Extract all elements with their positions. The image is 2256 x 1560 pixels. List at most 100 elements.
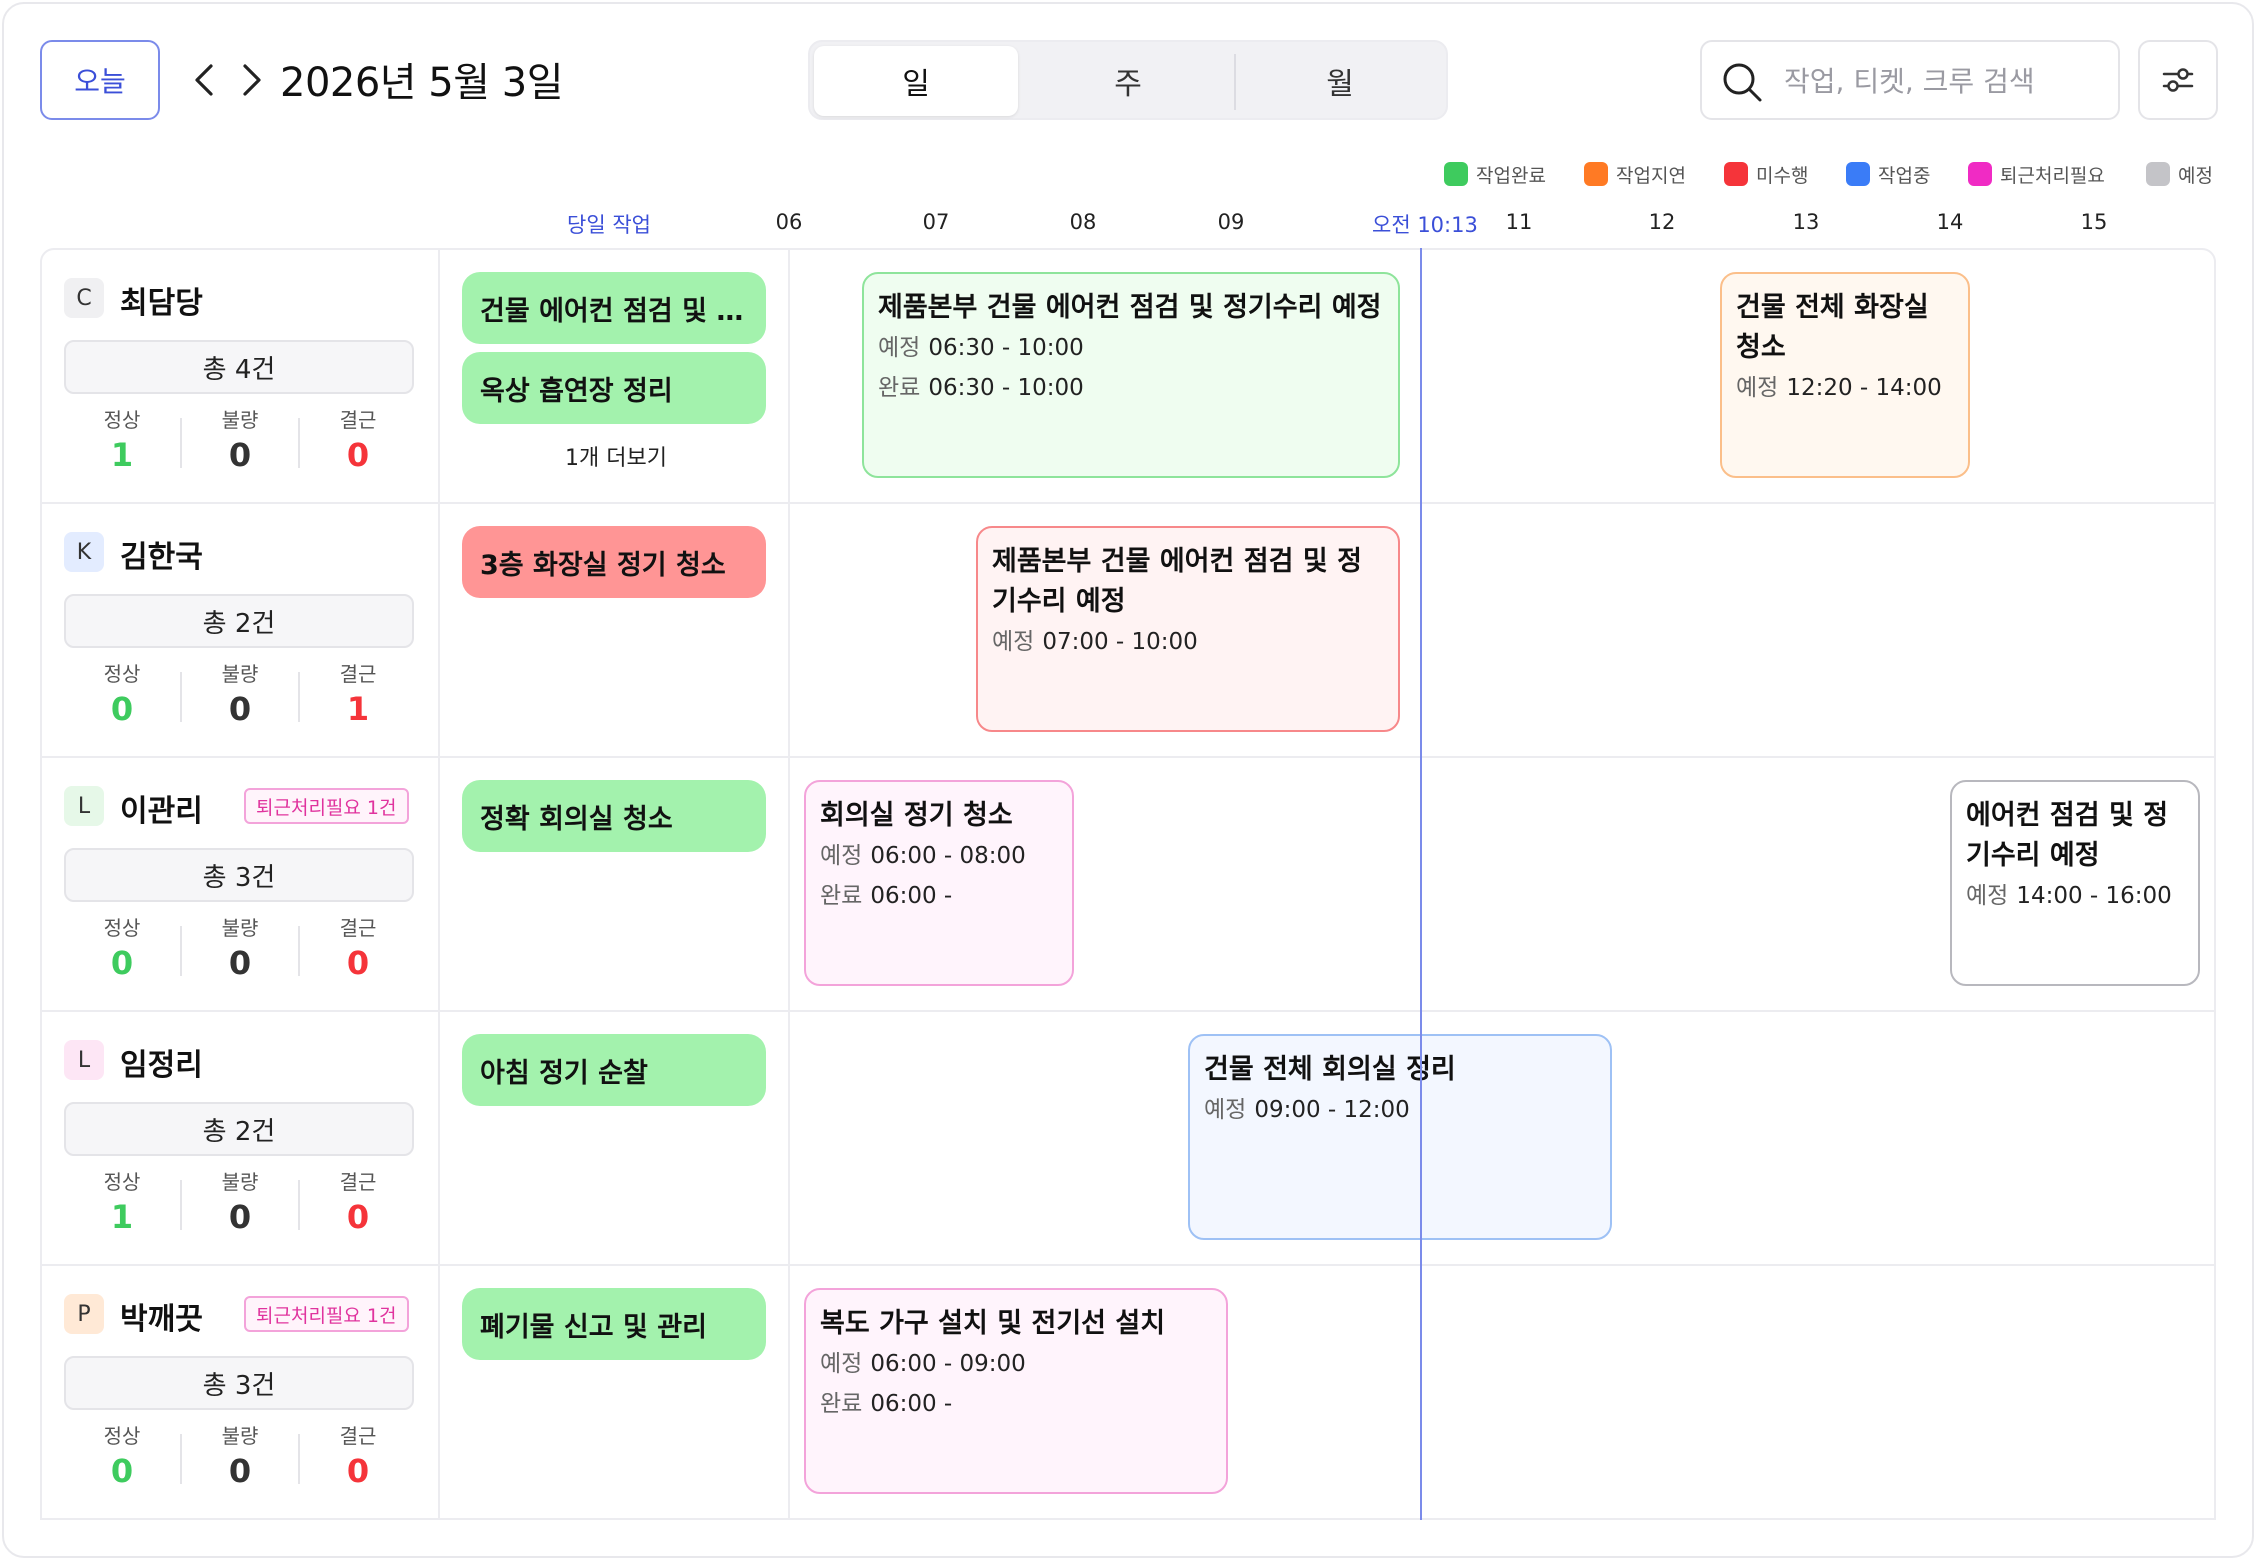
crew-name[interactable]: 김한국 — [120, 532, 203, 576]
crew-name[interactable]: 최담당 — [120, 278, 203, 322]
task-card-row: 완료 06:00 - — [820, 1391, 953, 1417]
task-card-row: 예정 12:20 - 14:00 — [1736, 375, 1942, 401]
row-divider — [42, 1010, 2216, 1012]
task-card-title: 건물 전체 화장실 청소 — [1736, 292, 1929, 363]
stat-label-defect: 불량 — [221, 408, 259, 432]
stat-divider — [298, 1434, 300, 1484]
stat-label-defect: 불량 — [221, 916, 259, 940]
avatar: P — [64, 1294, 104, 1334]
task-card-row: 예정 07:00 - 10:00 — [992, 629, 1198, 655]
current-time-label: 오전 10:13 — [1372, 213, 1478, 237]
prev-day-button[interactable] — [180, 52, 228, 108]
stat-label-defect: 불량 — [221, 1170, 259, 1194]
legend-swatch — [2146, 162, 2170, 186]
legend-item-checkout-required: 퇴근처리필요 — [1968, 160, 2105, 188]
tab-month[interactable]: 월 — [1238, 46, 1442, 116]
more-tasks-link[interactable]: 1개 더보기 — [565, 440, 667, 472]
legend-item-done: 작업완료 — [1444, 160, 1546, 188]
stat-label-normal: 정상 — [103, 1170, 141, 1194]
tab-week[interactable]: 주 — [1026, 46, 1230, 116]
crew-name[interactable]: 이관리 — [120, 786, 203, 830]
daily-task-pill[interactable]: 3층 화장실 정기 청소 — [462, 526, 766, 598]
stat-value-normal: 0 — [110, 690, 134, 728]
task-card[interactable]: 건물 전체 회의실 정리 예정 09:00 - 12:00 — [1188, 1034, 1612, 1240]
legend-item-scheduled: 예정 — [2146, 160, 2213, 188]
legend-item-not-performed: 미수행 — [1724, 160, 1808, 188]
stat-value-defect: 0 — [228, 690, 252, 728]
total-count: 총 4건 — [64, 340, 414, 394]
total-count: 총 2건 — [64, 1102, 414, 1156]
stat-label-absent: 결근 — [339, 408, 377, 432]
column-divider — [438, 248, 440, 1520]
stat-divider — [180, 1180, 182, 1230]
stat-label-absent: 결근 — [339, 1170, 377, 1194]
stat-divider — [180, 672, 182, 722]
task-card[interactable]: 제품본부 건물 에어컨 점검 및 정기수리 예정 예정 06:30 - 10:00… — [862, 272, 1400, 478]
stat-value-defect: 0 — [228, 1198, 252, 1236]
task-card-title: 제품본부 건물 에어컨 점검 및 정기수리 예정 — [992, 546, 1362, 617]
total-count: 총 2건 — [64, 594, 414, 648]
stat-divider — [298, 1180, 300, 1230]
task-card-row: 예정 14:00 - 16:00 — [1966, 883, 2172, 909]
task-card-row: 완료 06:30 - 10:00 — [878, 375, 1084, 401]
task-card-title: 회의실 정기 청소 — [820, 800, 1013, 831]
stat-divider — [298, 418, 300, 468]
today-button[interactable]: 오늘 — [40, 40, 160, 120]
hour-label: 14 — [1936, 210, 1964, 234]
crew-name[interactable]: 임정리 — [120, 1040, 203, 1084]
stat-label-absent: 결근 — [339, 662, 377, 686]
stat-label-absent: 결근 — [339, 1424, 377, 1448]
task-card[interactable]: 회의실 정기 청소 예정 06:00 - 08:00 완료 06:00 - — [804, 780, 1074, 986]
sliders-icon — [2162, 68, 2194, 92]
task-card-row: 완료 06:00 - — [820, 883, 953, 909]
stat-label-absent: 결근 — [339, 916, 377, 940]
row-divider — [42, 1264, 2216, 1266]
hour-label: 07 — [922, 210, 950, 234]
task-card-row: 예정 06:30 - 10:00 — [878, 335, 1084, 361]
daily-task-pill[interactable]: 건물 에어컨 점검 및 정... — [462, 272, 766, 344]
avatar: L — [64, 786, 104, 826]
row-divider — [42, 502, 2216, 504]
stat-value-normal: 0 — [110, 1452, 134, 1490]
crew-name[interactable]: 박깨끗 — [120, 1294, 203, 1338]
daily-task-pill[interactable]: 옥상 흡연장 정리 — [462, 352, 766, 424]
task-card-title: 건물 전체 회의실 정리 — [1204, 1054, 1456, 1085]
checkout-required-badge[interactable]: 퇴근처리필요 1건 — [244, 788, 409, 824]
task-card[interactable]: 제품본부 건물 에어컨 점검 및 정기수리 예정 예정 07:00 - 10:00 — [976, 526, 1400, 732]
stat-value-normal: 1 — [110, 436, 134, 474]
filter-button[interactable] — [2138, 40, 2218, 120]
segment-divider — [1234, 54, 1236, 110]
search-input[interactable] — [1784, 58, 2104, 104]
next-day-button[interactable] — [228, 52, 276, 108]
stat-value-normal: 1 — [110, 1198, 134, 1236]
stat-value-absent: 0 — [346, 1198, 370, 1236]
daily-task-pill[interactable]: 폐기물 신고 및 관리 — [462, 1288, 766, 1360]
task-card[interactable]: 복도 가구 설치 및 전기선 설치 예정 06:00 - 09:00 완료 06:0… — [804, 1288, 1228, 1494]
stat-value-defect: 0 — [228, 944, 252, 982]
task-card[interactable]: 에어컨 점검 및 정기수리 예정 예정 14:00 - 16:00 — [1950, 780, 2200, 986]
daily-task-pill[interactable]: 아침 정기 순찰 — [462, 1034, 766, 1106]
task-card[interactable]: 건물 전체 화장실 청소 예정 12:20 - 14:00 — [1720, 272, 1970, 478]
task-card-row: 예정 06:00 - 09:00 — [820, 1351, 1026, 1377]
total-count: 총 3건 — [64, 848, 414, 902]
stat-value-absent: 0 — [346, 944, 370, 982]
checkout-required-badge[interactable]: 퇴근처리필요 1건 — [244, 1296, 409, 1332]
hour-label: 08 — [1069, 210, 1097, 234]
hour-label: 09 — [1217, 210, 1245, 234]
legend-swatch — [1724, 162, 1748, 186]
hour-label: 06 — [775, 210, 803, 234]
stat-value-normal: 0 — [110, 944, 134, 982]
search-box — [1700, 40, 2120, 120]
legend-item-in-progress: 작업중 — [1846, 160, 1930, 188]
avatar: C — [64, 278, 104, 318]
stat-divider — [298, 926, 300, 976]
tab-day[interactable]: 일 — [814, 46, 1018, 116]
daily-task-pill[interactable]: 정확 회의실 청소 — [462, 780, 766, 852]
stat-value-absent: 0 — [346, 436, 370, 474]
stat-value-absent: 1 — [346, 690, 370, 728]
hour-label: 11 — [1505, 210, 1533, 234]
stat-label-normal: 정상 — [103, 1424, 141, 1448]
stat-divider — [298, 672, 300, 722]
stat-divider — [180, 926, 182, 976]
daily-tasks-header: 당일 작업 — [567, 213, 651, 237]
